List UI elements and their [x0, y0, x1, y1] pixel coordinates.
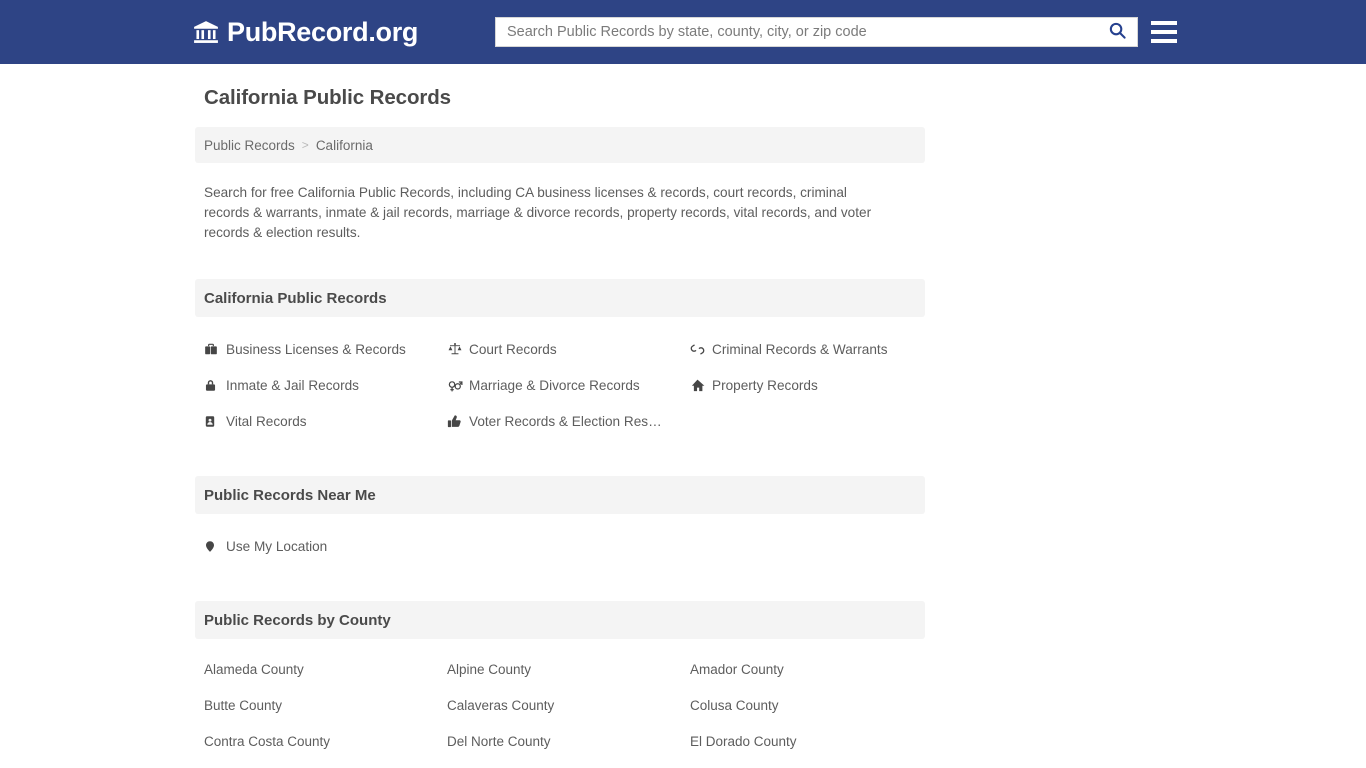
record-link-vital-records[interactable]: Vital Records	[204, 403, 447, 439]
county-link[interactable]: Contra Costa County	[204, 723, 447, 759]
lock-icon	[204, 378, 226, 393]
handcuffs-icon	[690, 342, 712, 357]
county-link[interactable]: Colusa County	[690, 687, 933, 723]
county-link[interactable]: Amador County	[690, 651, 933, 687]
record-link-label: Voter Records & Election Res…	[469, 413, 662, 429]
breadcrumb-item-public-records[interactable]: Public Records	[204, 138, 295, 153]
breadcrumb-separator: >	[301, 138, 309, 152]
bank-building-icon	[193, 19, 219, 45]
county-link[interactable]: El Dorado County	[690, 723, 933, 759]
record-link-label: Inmate & Jail Records	[226, 377, 359, 393]
record-link-label: Marriage & Divorce Records	[469, 377, 640, 393]
record-link-marriage-divorce-records[interactable]: Marriage & Divorce Records	[447, 367, 690, 403]
hamburger-menu-icon-bar	[1151, 30, 1177, 34]
site-logo[interactable]: PubRecord.org	[193, 16, 419, 47]
search-icon	[1108, 21, 1127, 43]
record-link-voter-records[interactable]: Voter Records & Election Res…	[447, 403, 690, 439]
record-link-criminal-records[interactable]: Criminal Records & Warrants	[690, 331, 933, 367]
thumbs-up-icon	[447, 414, 469, 429]
near-me-list: Use My Location	[195, 528, 925, 564]
search-input[interactable]	[496, 18, 1097, 46]
record-link-label: Court Records	[469, 341, 557, 357]
record-type-list: Business Licenses & Records Court Record…	[195, 331, 925, 439]
breadcrumb: Public Records > California	[195, 127, 925, 163]
map-pin-icon	[204, 539, 226, 554]
record-link-label: Property Records	[712, 377, 818, 393]
record-link-inmate-jail-records[interactable]: Inmate & Jail Records	[204, 367, 447, 403]
record-link-court-records[interactable]: Court Records	[447, 331, 690, 367]
balance-scale-icon	[447, 342, 469, 356]
record-link-business-licenses[interactable]: Business Licenses & Records	[204, 331, 447, 367]
use-my-location-link[interactable]: Use My Location	[204, 528, 447, 564]
hamburger-menu-icon-bar	[1151, 39, 1177, 43]
breadcrumb-item-california: California	[315, 137, 373, 153]
hamburger-menu-button[interactable]	[1149, 17, 1179, 47]
county-link[interactable]: Calaveras County	[447, 687, 690, 723]
briefcase-icon	[204, 342, 226, 356]
page-description: Search for free California Public Record…	[204, 185, 872, 240]
hamburger-menu-icon-bar	[1151, 21, 1177, 25]
near-me-label: Use My Location	[226, 538, 328, 554]
county-link[interactable]: Glenn County	[447, 759, 690, 768]
page-title: California Public Records	[204, 86, 451, 109]
search-button[interactable]	[1097, 18, 1137, 46]
county-link[interactable]: Butte County	[204, 687, 447, 723]
record-link-label: Vital Records	[226, 413, 307, 429]
section-header-public-records-by-county: Public Records by County	[195, 601, 925, 639]
search-bar	[495, 17, 1138, 47]
section-header-california-public-records: California Public Records	[195, 279, 925, 317]
county-link[interactable]: Fresno County	[204, 759, 447, 768]
county-link[interactable]: Humboldt County	[690, 759, 933, 768]
record-link-label: Business Licenses & Records	[226, 341, 406, 357]
county-link[interactable]: Alpine County	[447, 651, 690, 687]
venus-mars-icon	[447, 378, 469, 393]
site-logo-text: PubRecord.org	[227, 16, 419, 47]
county-link[interactable]: Del Norte County	[447, 723, 690, 759]
main-content: California Public Records Public Records…	[195, 64, 925, 768]
record-link-label: Criminal Records & Warrants	[712, 341, 888, 357]
home-icon	[690, 378, 712, 393]
site-header: PubRecord.org	[0, 0, 1366, 64]
county-link[interactable]: Alameda County	[204, 651, 447, 687]
section-header-public-records-near-me: Public Records Near Me	[195, 476, 925, 514]
county-list: Alameda County Alpine County Amador Coun…	[195, 651, 925, 768]
record-link-property-records[interactable]: Property Records	[690, 367, 933, 403]
id-badge-icon	[204, 414, 226, 429]
